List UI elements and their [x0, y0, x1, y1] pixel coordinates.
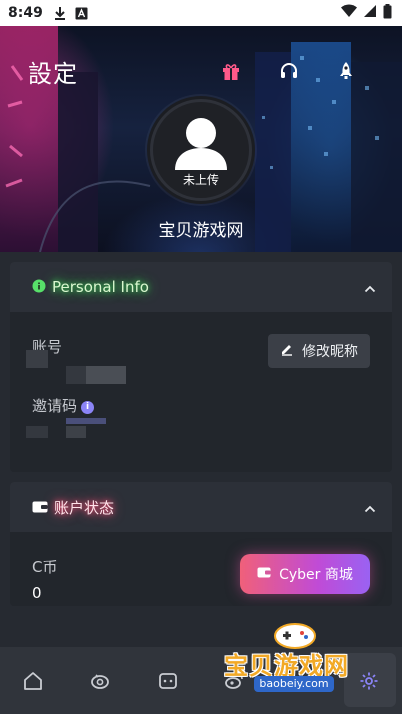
personal-info-card: Personal Info 账号 修改昵称 邀请码 i — [10, 262, 392, 472]
headset-icon[interactable] — [278, 60, 300, 82]
chevron-up-icon[interactable] — [364, 498, 376, 517]
cyber-shop-button[interactable]: Cyber 商城 — [240, 554, 370, 594]
edit-nickname-label: 修改昵称 — [302, 344, 358, 360]
account-status-header[interactable]: 账户状态 — [10, 482, 392, 532]
nav-eye-icon[interactable] — [88, 669, 112, 693]
page-title: 設定 — [28, 60, 78, 88]
edit-nickname-button[interactable]: 修改昵称 — [268, 334, 370, 368]
avatar-upload-label: 未上传 — [182, 173, 219, 187]
personal-info-title: Personal Info — [52, 278, 149, 296]
nav-settings-icon[interactable] — [357, 669, 381, 693]
download-icon — [53, 6, 67, 20]
wallet-icon — [257, 566, 271, 582]
cyber-shop-label: Cyber 商城 — [279, 567, 353, 583]
nav-home-icon[interactable] — [21, 669, 45, 693]
nav-weibo-icon[interactable] — [222, 669, 246, 693]
invite-code-label: 邀请码 — [32, 397, 78, 415]
rocket-icon[interactable] — [335, 60, 357, 82]
personal-info-header[interactable]: Personal Info — [10, 262, 392, 312]
signal-icon — [363, 4, 377, 22]
content-footer-space — [0, 606, 402, 647]
wifi-icon — [341, 4, 357, 22]
info-icon — [32, 278, 46, 297]
a-icon — [75, 7, 88, 20]
account-value-redacted — [66, 366, 86, 384]
account-value-redacted — [26, 350, 48, 368]
battery-icon — [383, 3, 392, 23]
account-status-card: 账户状态 C币 0 Cyber 商城 — [10, 482, 392, 606]
gift-icon[interactable] — [220, 60, 242, 82]
status-bar: 8:49 — [0, 0, 402, 26]
avatar[interactable]: 未上传 — [147, 96, 255, 204]
account-status-title: 账户状态 — [54, 498, 115, 517]
header-banner: 設定 未上传 宝贝游戏网 — [0, 26, 402, 252]
invite-code-redacted — [66, 426, 86, 438]
invite-code-redacted — [66, 418, 106, 424]
invite-code-redacted — [26, 426, 48, 438]
site-name: 宝贝游戏网 — [158, 221, 244, 241]
wallet-icon — [32, 498, 48, 517]
pencil-icon — [280, 342, 294, 360]
status-time: 8:49 — [8, 5, 43, 21]
chevron-up-icon[interactable] — [364, 278, 376, 297]
invite-info-icon[interactable]: i — [81, 400, 95, 414]
coin-label: C币 — [32, 558, 58, 576]
coin-value: 0 — [32, 584, 42, 602]
invite-code-row: 邀请码 i — [32, 395, 95, 416]
bottom-nav — [0, 647, 402, 714]
nav-chat-icon[interactable] — [156, 669, 180, 693]
